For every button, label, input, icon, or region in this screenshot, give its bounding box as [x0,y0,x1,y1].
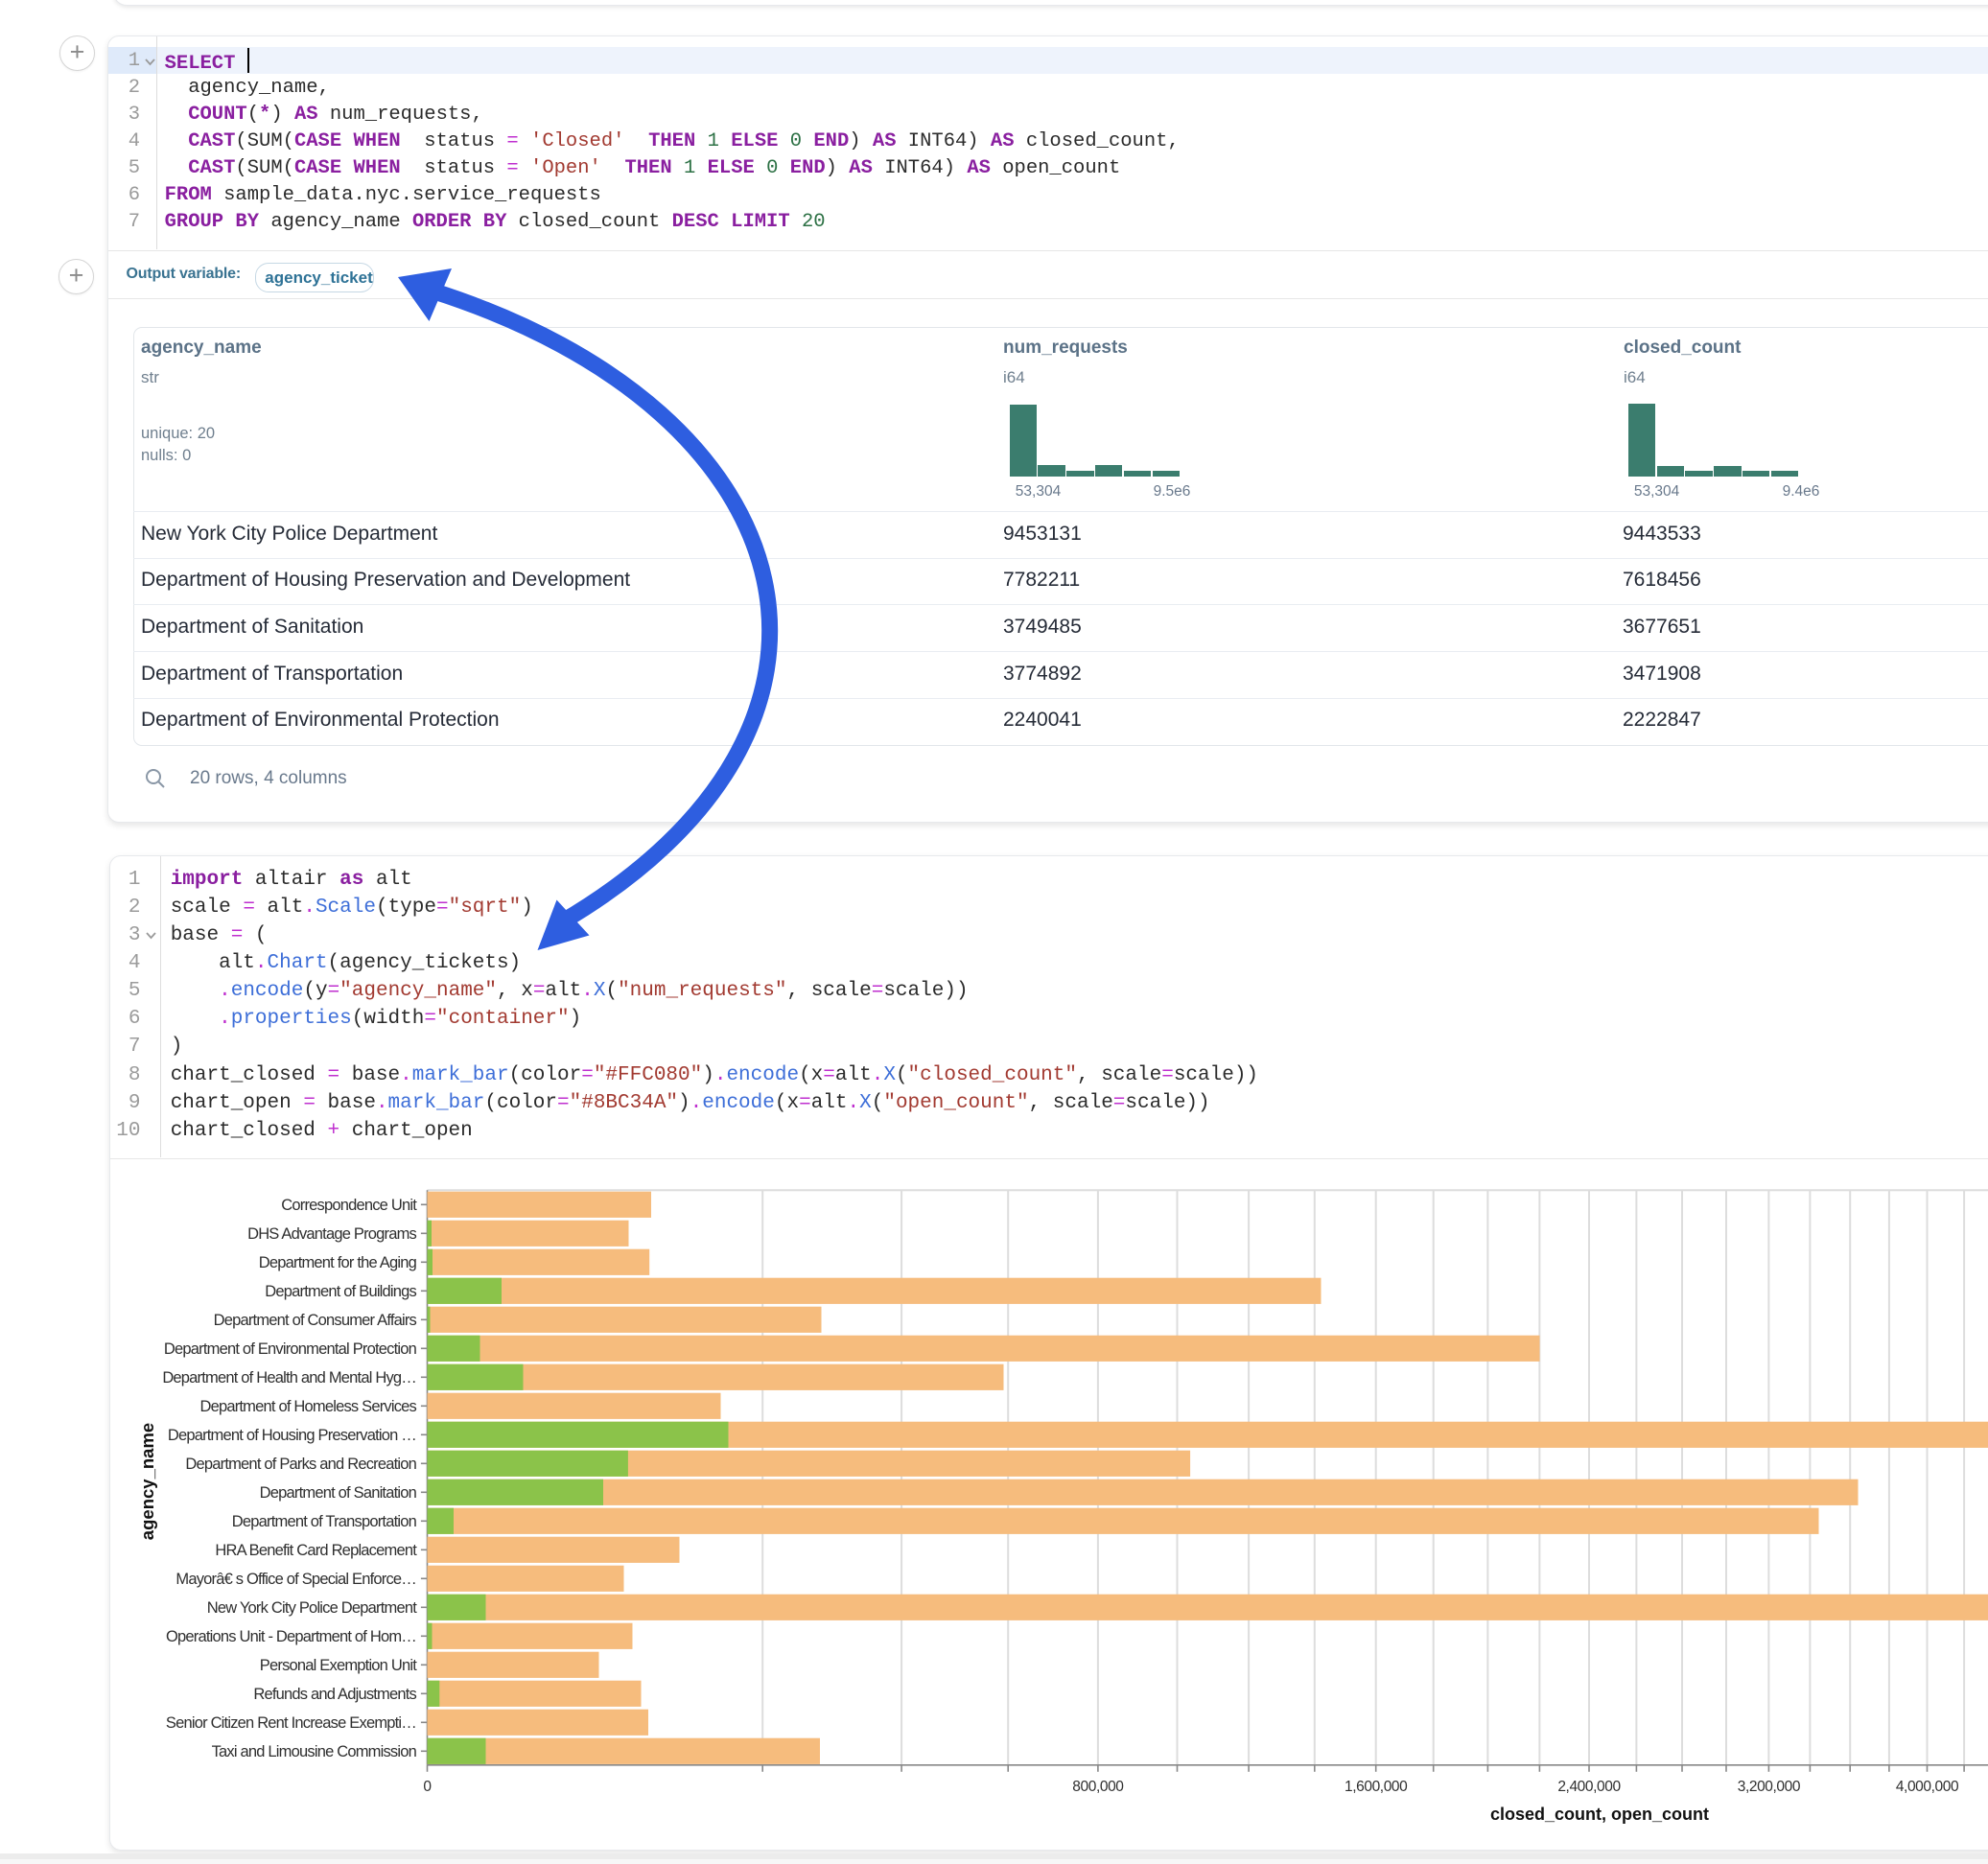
svg-text:Operations Unit - Department o: Operations Unit - Department of Hom… [166,1628,416,1645]
svg-text:Department of Transportation: Department of Transportation [232,1513,417,1530]
svg-text:0: 0 [423,1779,432,1795]
svg-text:Personal Exemption Unit: Personal Exemption Unit [260,1657,417,1674]
svg-text:4,000,000: 4,000,000 [1896,1779,1959,1795]
svg-text:agency_name: agency_name [137,1423,157,1540]
svg-text:Taxi and Limousine Commission: Taxi and Limousine Commission [212,1743,417,1760]
svg-text:Department of Buildings: Department of Buildings [265,1283,416,1300]
svg-text:Correspondence Unit: Correspondence Unit [281,1197,417,1214]
svg-text:Department of Housing Preserva: Department of Housing Preservation … [168,1427,416,1444]
svg-text:DHS Advantage Programs: DHS Advantage Programs [247,1225,416,1243]
svg-text:Refunds and Adjustments: Refunds and Adjustments [253,1686,416,1703]
svg-text:2,400,000: 2,400,000 [1557,1779,1621,1795]
svg-text:Department of Environmental Pr: Department of Environmental Protection [164,1340,417,1358]
svg-text:Mayorâ€ s Office of Special En: Mayorâ€ s Office of Special Enforce… [175,1571,416,1588]
svg-text:Department for the Aging: Department for the Aging [259,1254,417,1271]
svg-text:Department of Consumer Affairs: Department of Consumer Affairs [214,1312,417,1329]
svg-text:HRA Benefit Card Replacement: HRA Benefit Card Replacement [215,1542,417,1559]
svg-text:Department of Health and Menta: Department of Health and Mental Hyg… [162,1369,416,1386]
svg-text:3,200,000: 3,200,000 [1738,1779,1801,1795]
svg-text:Department of Sanitation: Department of Sanitation [260,1484,417,1502]
svg-text:800,000: 800,000 [1072,1779,1124,1795]
svg-text:Department of Homeless Service: Department of Homeless Services [199,1398,416,1415]
svg-text:1,600,000: 1,600,000 [1345,1779,1408,1795]
svg-text:Department of Parks and Recrea: Department of Parks and Recreation [185,1456,416,1473]
svg-text:New York City Police Departmen: New York City Police Department [207,1599,417,1617]
svg-text:Senior Citizen Rent Increase E: Senior Citizen Rent Increase Exempti… [166,1714,416,1732]
svg-text:closed_count, open_count: closed_count, open_count [1490,1805,1709,1824]
